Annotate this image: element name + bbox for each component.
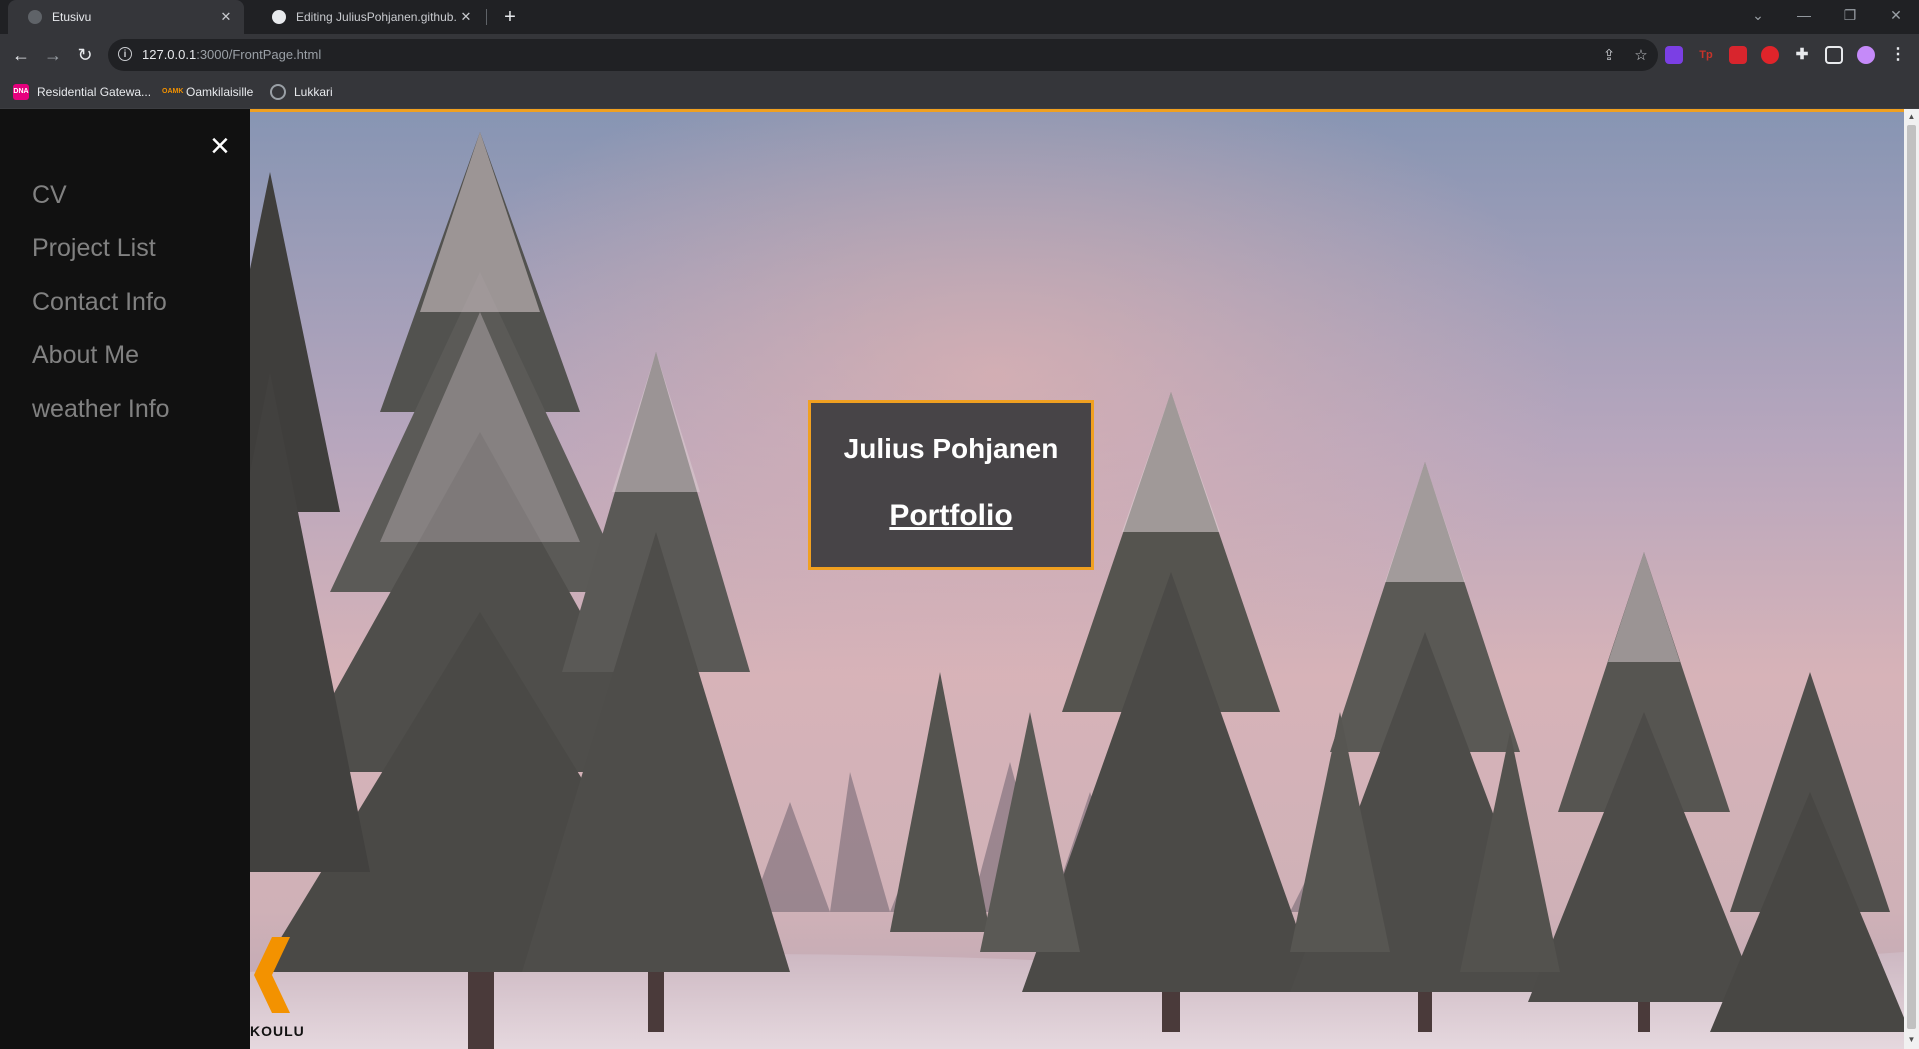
title-card: Julius Pohjanen Portfolio bbox=[808, 400, 1094, 570]
forest-illustration bbox=[250, 112, 1904, 1049]
bookmarks-bar: DNA Residential Gatewa... OAMK Oamkilais… bbox=[0, 76, 1919, 109]
scroll-down-icon[interactable]: ▼ bbox=[1904, 1035, 1919, 1044]
close-nav-icon[interactable]: × bbox=[210, 129, 230, 163]
dna-logo-icon: DNA bbox=[13, 84, 29, 100]
logo-text: KOULU bbox=[250, 1023, 305, 1039]
site-info-icon[interactable]: i bbox=[118, 47, 132, 61]
close-tab-icon[interactable]: ✕ bbox=[216, 9, 236, 25]
github-icon bbox=[272, 10, 286, 24]
shield-extension-icon[interactable] bbox=[1665, 46, 1683, 64]
share-icon[interactable]: ⇪ bbox=[1600, 46, 1618, 64]
chevron-left-icon bbox=[254, 937, 290, 1013]
nav-link-about-me[interactable]: About Me bbox=[32, 341, 139, 370]
browser-toolbar: ← → ↻ i 127.0.0.1:3000/FrontPage.html ⇪ … bbox=[0, 34, 1919, 76]
tab-etusivu[interactable]: Etusivu ✕ bbox=[8, 0, 244, 34]
page-viewport: × CV Project List Contact Info About Me … bbox=[0, 109, 1919, 1049]
hand-extension-icon[interactable] bbox=[1761, 46, 1779, 64]
minimize-icon[interactable]: — bbox=[1781, 0, 1827, 30]
window-close-icon[interactable]: ✕ bbox=[1873, 0, 1919, 30]
tab-github-editing[interactable]: Editing JuliusPohjanen.github.io/ ✕ bbox=[252, 0, 484, 34]
winter-forest-background bbox=[250, 109, 1904, 1049]
oamk-logo-icon: OAMK bbox=[162, 88, 184, 95]
tab-divider bbox=[486, 9, 487, 25]
address-bar[interactable]: i 127.0.0.1:3000/FrontPage.html ⇪ ☆ bbox=[108, 39, 1658, 71]
back-icon[interactable]: ← bbox=[9, 43, 33, 67]
bookmark-label: Oamkilaisille bbox=[186, 85, 254, 99]
tab-title: Editing JuliusPohjanen.github.io/ bbox=[296, 10, 456, 24]
bookmark-oamkilaisille[interactable]: OAMK Oamkilaisille bbox=[162, 84, 253, 100]
bookmark-label: Lukkari bbox=[294, 85, 333, 99]
tab-title: Etusivu bbox=[52, 10, 92, 24]
acrobat-extension-icon[interactable] bbox=[1729, 46, 1747, 64]
puzzle-extensions-icon[interactable]: ✚ bbox=[1793, 46, 1811, 64]
avatar[interactable] bbox=[1857, 46, 1875, 64]
menu-kebab-icon[interactable]: ⋮ bbox=[1889, 46, 1907, 64]
nav-link-cv[interactable]: CV bbox=[32, 181, 67, 210]
bookmark-label: Residential Gatewa... bbox=[37, 85, 152, 99]
nav-link-contact-info[interactable]: Contact Info bbox=[32, 288, 167, 317]
scrollbar-thumb[interactable] bbox=[1907, 125, 1916, 1029]
nav-link-project-list[interactable]: Project List bbox=[32, 234, 156, 263]
koulu-logo: KOULU bbox=[250, 935, 320, 1040]
scroll-up-icon[interactable]: ▲ bbox=[1904, 112, 1919, 121]
url-text: 127.0.0.1:3000/FrontPage.html bbox=[142, 47, 322, 62]
tab-search-icon[interactable]: ⌄ bbox=[1735, 0, 1781, 30]
side-navigation: × CV Project List Contact Info About Me … bbox=[0, 109, 250, 1049]
reload-icon[interactable]: ↻ bbox=[73, 43, 97, 67]
vertical-scrollbar[interactable]: ▲ ▼ bbox=[1904, 109, 1919, 1049]
close-tab-icon[interactable]: ✕ bbox=[456, 9, 476, 25]
bookmark-lukkari[interactable]: Lukkari bbox=[270, 84, 333, 100]
bookmark-residential-gateway[interactable]: DNA Residential Gatewa... bbox=[13, 84, 151, 100]
page-title: Julius Pohjanen bbox=[843, 433, 1059, 464]
globe-icon bbox=[270, 84, 286, 100]
forward-icon[interactable]: → bbox=[41, 43, 65, 67]
restore-icon[interactable]: ❐ bbox=[1827, 0, 1873, 30]
globe-icon bbox=[28, 10, 42, 24]
bookmark-star-icon[interactable]: ☆ bbox=[1632, 46, 1650, 64]
side-panel-icon[interactable] bbox=[1825, 46, 1843, 64]
portfolio-link[interactable]: Portfolio bbox=[889, 499, 1012, 533]
tab-strip: Etusivu ✕ Editing JuliusPohjanen.github.… bbox=[0, 0, 1919, 34]
new-tab-icon[interactable]: + bbox=[498, 5, 522, 29]
nav-link-weather-info[interactable]: weather Info bbox=[32, 395, 170, 424]
tp-extension-icon[interactable]: Tp bbox=[1697, 46, 1715, 64]
